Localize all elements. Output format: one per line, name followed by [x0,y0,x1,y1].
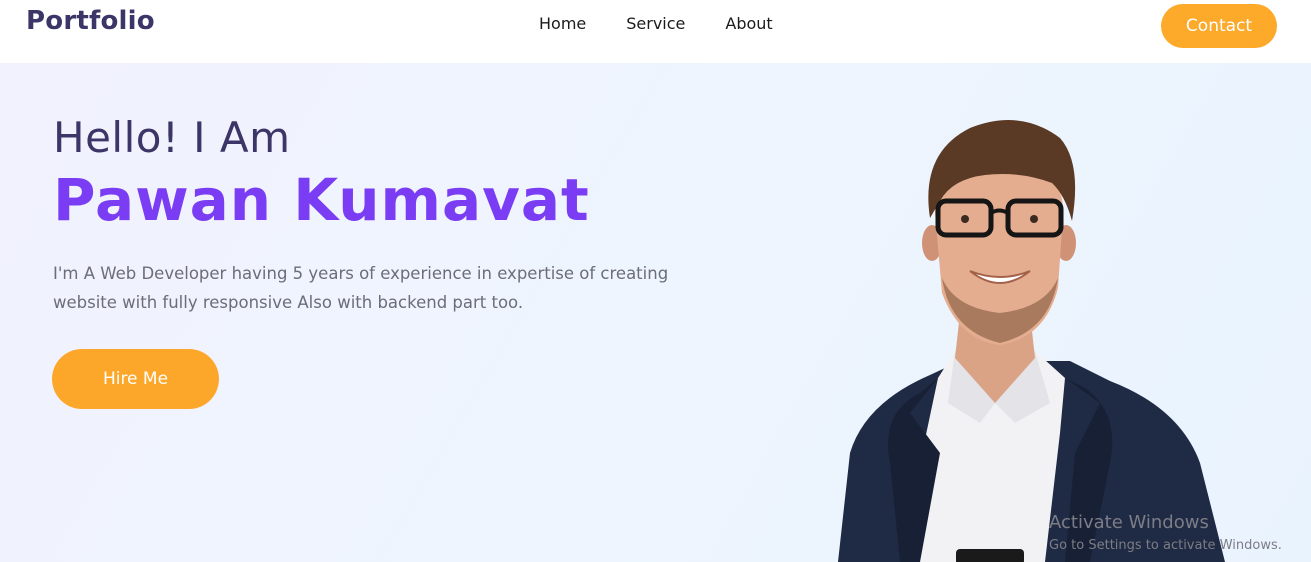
watermark-subtitle: Go to Settings to activate Windows. [1049,538,1282,553]
nav-link-home[interactable]: Home [539,14,586,33]
nav-links: Home Service About [539,14,773,33]
hero-description: I'm A Web Developer having 5 years of ex… [53,264,669,312]
contact-button[interactable]: Contact [1161,4,1277,48]
watermark-title: Activate Windows [1049,512,1209,533]
hero-name: Pawan Kumavat [53,166,590,234]
navbar: Portfolio Home Service About Contact [0,0,1311,63]
hero-section: Hello! I Am Pawan Kumavat I'm A Web Deve… [0,63,1311,562]
hire-me-button[interactable]: Hire Me [52,349,219,409]
hero-greeting: Hello! I Am [53,113,291,162]
nav-link-service[interactable]: Service [626,14,685,33]
brand-logo[interactable]: Portfolio [26,6,155,36]
profile-photo [838,120,1225,562]
activate-windows-watermark: Activate Windows Go to Settings to activ… [1049,512,1282,555]
nav-link-about[interactable]: About [725,14,772,33]
